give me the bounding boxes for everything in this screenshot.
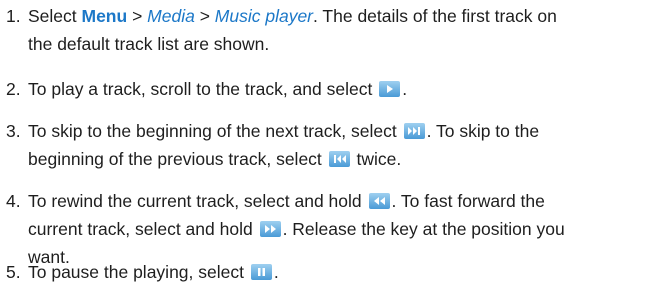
step-text: To rewind the current track, select and …	[28, 191, 367, 211]
instructions-list: 1. Select Menu > Media > Music player. Th…	[0, 0, 668, 297]
skip-previous-icon	[328, 151, 350, 167]
step-text: To skip to the beginning of the next tra…	[28, 121, 402, 141]
step-text: To play a track, scroll to the track, an…	[28, 79, 378, 99]
step-line: beginning of the previous track, select …	[6, 145, 662, 173]
fast-forward-icon	[259, 221, 281, 237]
step-number: 5.	[6, 262, 21, 282]
media-link[interactable]: Media	[147, 6, 195, 26]
step-text: . To skip to the	[426, 121, 540, 141]
step-text: twice.	[351, 149, 402, 169]
step-number: 1.	[6, 6, 21, 26]
rewind-icon	[368, 193, 390, 209]
step-text: current track, select and hold	[28, 219, 258, 239]
step-text: the default track list are shown.	[28, 34, 270, 54]
step-text: To pause the playing, select	[28, 262, 249, 282]
skip-next-icon	[403, 123, 425, 139]
step-1: 1. Select Menu > Media > Music player. Th…	[6, 2, 662, 58]
step-5: 5. To pause the playing, select .	[6, 258, 662, 286]
music-player-link[interactable]: Music player	[215, 6, 313, 26]
step-number: 3.	[6, 121, 21, 141]
step-text: beginning of the previous track, select	[28, 149, 327, 169]
step-line: current track, select and hold . Release…	[6, 215, 662, 243]
step-text: .	[402, 79, 408, 99]
step-number: 2.	[6, 79, 21, 99]
step-text: . The details of the first track on	[313, 6, 557, 26]
menu-link[interactable]: Menu	[82, 6, 128, 26]
step-text: Select	[28, 6, 82, 26]
separator: >	[194, 6, 215, 26]
step-number: 4.	[6, 191, 21, 211]
step-3: 3. To skip to the beginning of the next t…	[6, 117, 662, 173]
step-2: 2. To play a track, scroll to the track, …	[6, 75, 662, 103]
pause-icon	[250, 264, 272, 280]
step-text: . Release the key at the position you	[282, 219, 565, 239]
play-icon	[379, 81, 401, 97]
step-text: . To fast forward the	[391, 191, 545, 211]
step-text: .	[273, 262, 279, 282]
separator: >	[127, 6, 148, 26]
